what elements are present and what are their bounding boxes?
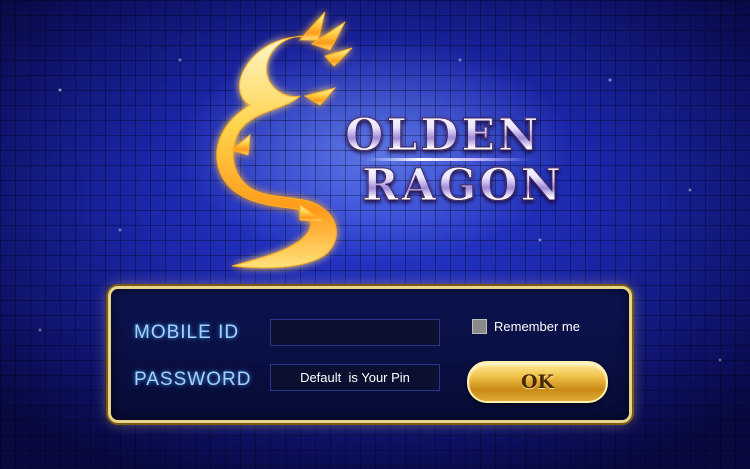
logo-text-ragon: RAGON (362, 160, 564, 212)
remember-me-option[interactable]: Remember me (472, 319, 580, 334)
password-label: PASSWORD (134, 369, 252, 390)
remember-me-checkbox[interactable] (472, 319, 487, 334)
golden-dragon-logo: OLDEN RAGON (0, 0, 750, 290)
password-input[interactable] (270, 364, 440, 391)
login-panel: MOBILE ID PASSWORD Remember me OK (108, 286, 632, 423)
mobile-id-label: MOBILE ID (134, 322, 240, 343)
ok-button[interactable]: OK (467, 361, 608, 403)
remember-me-label: Remember me (494, 319, 580, 334)
mobile-id-input[interactable] (270, 319, 440, 346)
logo-text-olden: OLDEN (344, 110, 542, 162)
